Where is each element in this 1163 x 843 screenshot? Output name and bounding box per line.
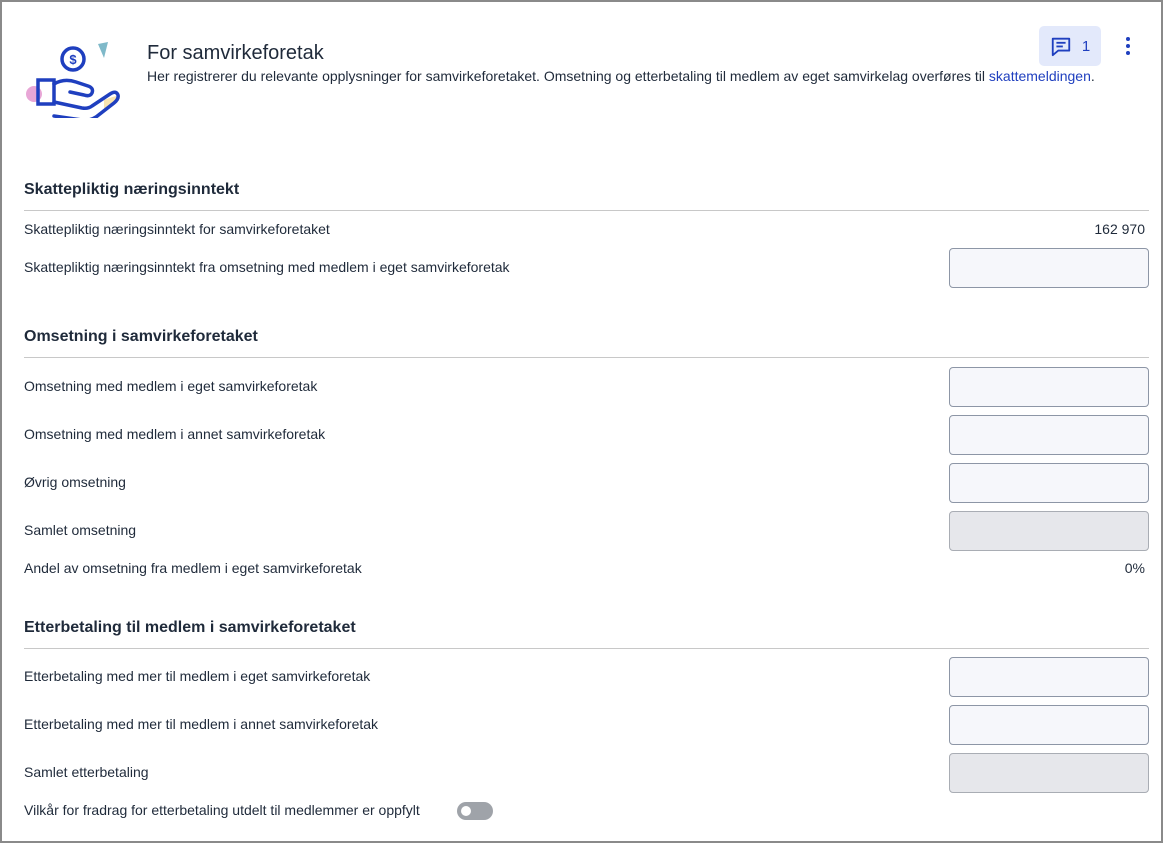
backpay-other-member-field[interactable] (949, 705, 1149, 745)
section-title-backpay: Etterbetaling til medlem i samvirkeforet… (24, 619, 356, 636)
turnover-label-5: Andel av omsetning fra medlem i eget sam… (24, 560, 362, 576)
toggle-knob (461, 806, 471, 816)
backpay-label-2: Etterbetaling med mer til medlem i annet… (24, 716, 379, 732)
subtitle-end: . (1090, 68, 1095, 84)
turnover-total-field (949, 511, 1149, 551)
income-member-field[interactable] (949, 248, 1149, 288)
backpay-own-member-field[interactable] (949, 657, 1149, 697)
section-title-turnover: Omsetning i samvirkeforetaket (24, 328, 258, 345)
form-panel: $ For samvirkeforetak Her registrerer du… (0, 0, 1163, 843)
panel-header: $ For samvirkeforetak Her registrerer du… (22, 36, 1141, 126)
income-label-2: Skattepliktig næringsinntekt fra omsetni… (24, 259, 510, 275)
backpay-total-field (949, 753, 1149, 793)
more-vertical-icon[interactable] (1118, 36, 1138, 56)
skattemeldingen-link[interactable]: skattemeldingen (989, 68, 1091, 84)
turnover-label-3: Øvrig omsetning (24, 474, 126, 490)
svg-text:$: $ (69, 52, 77, 67)
turnover-share-value: 0% (1124, 560, 1145, 576)
income-value-1: 162 970 (1094, 221, 1145, 237)
turnover-label-1: Omsetning med medlem i eget samvirkefore… (24, 378, 318, 394)
backpay-label-1: Etterbetaling med mer til medlem i eget … (24, 668, 371, 684)
comment-icon (1051, 37, 1070, 57)
deduction-toggle-label: Vilkår for fradrag for etterbetaling utd… (24, 802, 420, 818)
section-divider (24, 357, 1149, 358)
section-divider (24, 210, 1149, 211)
turnover-label-4: Samlet omsetning (24, 522, 137, 538)
income-label-1: Skattepliktig næringsinntekt for samvirk… (24, 221, 330, 237)
turnover-other-member-field[interactable] (949, 415, 1149, 455)
section-divider (24, 648, 1149, 649)
subtitle-text: Her registrerer du relevante opplysninge… (147, 68, 989, 84)
deduction-toggle[interactable] (457, 802, 493, 820)
turnover-other-field[interactable] (949, 463, 1149, 503)
section-title-income: Skattepliktig næringsinntekt (24, 181, 240, 198)
turnover-label-2: Omsetning med medlem i annet samvirkefor… (24, 426, 326, 442)
backpay-label-3: Samlet etterbetaling (24, 764, 149, 780)
page-title: For samvirkeforetak (147, 42, 324, 64)
comments-button[interactable]: 1 (1039, 26, 1101, 66)
hand-coin-illustration: $ (26, 42, 120, 118)
page-subtitle: Her registrerer du relevante opplysninge… (147, 68, 1095, 84)
comment-count: 1 (1081, 37, 1091, 55)
turnover-own-member-field[interactable] (949, 367, 1149, 407)
